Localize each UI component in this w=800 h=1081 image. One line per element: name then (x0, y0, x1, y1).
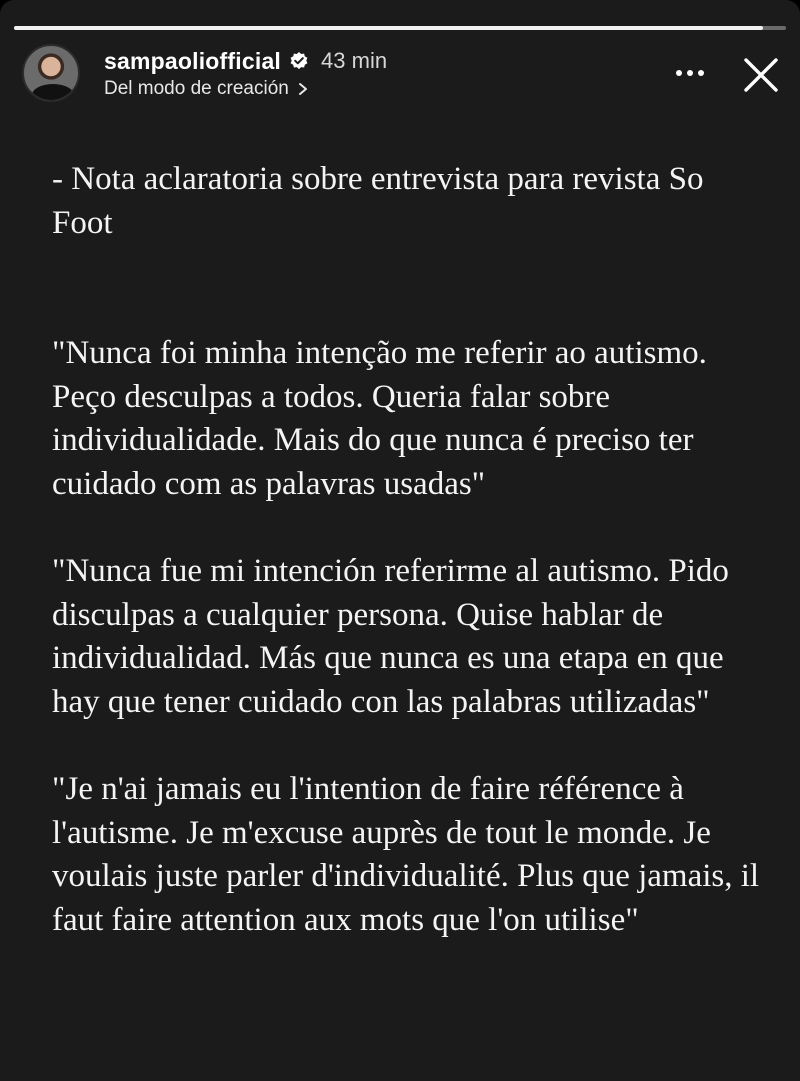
creation-mode-label: Del modo de creación (104, 78, 289, 99)
story-header: sampaoliofficial 43 min Del modo de crea… (22, 44, 782, 106)
quote-spanish: "Nunca fue mi intención referirme al aut… (52, 553, 729, 720)
close-icon[interactable] (742, 56, 780, 94)
story-progress-bar (14, 26, 786, 30)
story-progress-fill (14, 26, 763, 30)
creation-mode-link[interactable]: Del modo de creación (104, 78, 309, 100)
quote-portuguese: "Nunca foi minha intenção me referir ao … (52, 335, 707, 502)
verified-badge-icon (290, 52, 308, 70)
clarification-note: - Nota aclaratoria sobre entrevista para… (52, 161, 704, 241)
username[interactable]: sampaoliofficial (104, 48, 281, 75)
story-timestamp: 43 min (321, 48, 388, 73)
story-text-content: - Nota aclaratoria sobre entrevista para… (52, 158, 772, 942)
more-options-icon[interactable] (670, 58, 710, 88)
story-viewer[interactable]: sampaoliofficial 43 min Del modo de crea… (0, 0, 800, 1081)
chevron-right-icon (298, 83, 307, 95)
quote-french: "Je n'ai jamais eu l'intention de faire … (52, 771, 760, 938)
user-row: sampaoliofficial 43 min (104, 46, 387, 76)
avatar[interactable] (22, 44, 80, 102)
avatar-shirt (32, 84, 74, 100)
